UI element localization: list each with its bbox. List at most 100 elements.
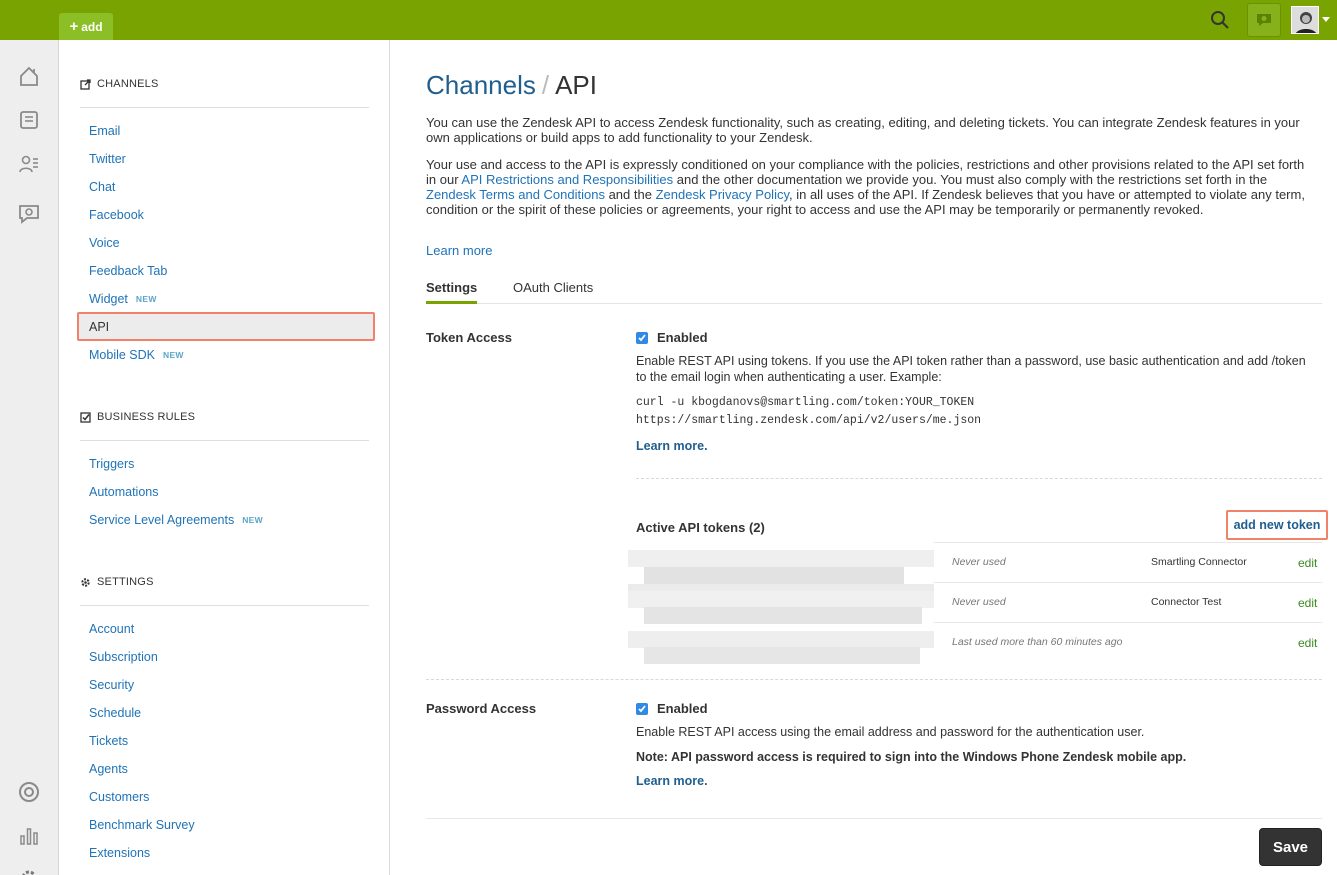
- breadcrumb-separator: /: [541, 70, 550, 100]
- chevron-down-icon[interactable]: [1322, 17, 1330, 22]
- sidebar-item-label: Service Level Agreements: [89, 513, 235, 527]
- curl-example: curl -u kbogdanovs@smartling.com/token:Y…: [636, 396, 975, 409]
- sidebar-item-subscription[interactable]: Subscription: [77, 643, 375, 671]
- tab-settings[interactable]: Settings: [426, 280, 478, 304]
- sidebar-item-facebook[interactable]: Facebook: [77, 201, 375, 229]
- new-badge: NEW: [135, 294, 157, 304]
- sidebar-item-chat[interactable]: Chat: [77, 173, 375, 201]
- sidebar-item-email[interactable]: Email: [77, 117, 375, 145]
- add-label: add: [81, 19, 103, 34]
- icon-rail: [0, 40, 59, 875]
- password-description: Enable REST API access using the email a…: [636, 725, 1145, 739]
- section-title: SETTINGS: [97, 576, 154, 588]
- sidebar-item-customers[interactable]: Customers: [77, 783, 375, 811]
- token-last-used: Never used: [952, 596, 1006, 608]
- divider: [80, 605, 369, 606]
- reporting-icon[interactable]: [15, 822, 43, 850]
- password-enabled-checkbox[interactable]: [636, 703, 648, 715]
- sidebar-item-label: Email: [89, 124, 121, 138]
- add-button[interactable]: + add: [59, 13, 113, 40]
- sidebar-item-extensions[interactable]: Extensions: [77, 839, 375, 867]
- sidebar-item-label: Feedback Tab: [89, 264, 168, 278]
- api-restrictions-link[interactable]: API Restrictions and Responsibilities: [461, 172, 673, 187]
- chat-icon[interactable]: [1247, 3, 1281, 37]
- sidebar-item-agents[interactable]: Agents: [77, 755, 375, 783]
- sidebar-item-automations[interactable]: Automations: [77, 478, 375, 506]
- sidebar-item-voice[interactable]: Voice: [77, 229, 375, 257]
- token-edit-link[interactable]: edit: [1298, 636, 1317, 650]
- sidebar-item-benchmark-survey[interactable]: Benchmark Survey: [77, 811, 375, 839]
- help-icon[interactable]: [15, 778, 43, 806]
- token-edit-link[interactable]: edit: [1298, 556, 1317, 570]
- top-bar: + add: [0, 0, 1337, 40]
- password-access-label: Password Access: [426, 701, 537, 716]
- sidebar-item-label: API: [89, 319, 110, 334]
- sidebar-item-label: Voice: [89, 236, 120, 250]
- save-button[interactable]: Save: [1259, 828, 1322, 866]
- sidebar-item-security[interactable]: Security: [77, 671, 375, 699]
- token-last-used: Last used more than 60 minutes ago: [952, 636, 1123, 648]
- tab-bar: Settings OAuth Clients: [426, 276, 1322, 304]
- gear-icon: [80, 577, 91, 588]
- policy-text-part: and the: [604, 187, 656, 202]
- privacy-policy-link[interactable]: Zendesk Privacy Policy: [656, 187, 789, 202]
- section-title: CHANNELS: [97, 78, 159, 90]
- sidebar-item-schedule[interactable]: Schedule: [77, 699, 375, 727]
- sidebar-item-feedback-tab[interactable]: Feedback Tab: [77, 257, 375, 285]
- intro-text: You can use the Zendesk API to access Ze…: [426, 115, 1300, 145]
- token-row: Last used more than 60 minutes ago edit: [934, 622, 1322, 662]
- sidebar-item-account[interactable]: Account: [77, 615, 375, 643]
- chat-icon[interactable]: [15, 200, 43, 228]
- checkbox-icon: [80, 411, 91, 423]
- sidebar-item-tickets[interactable]: Tickets: [77, 727, 375, 755]
- sidebar-item-label: Chat: [89, 180, 116, 194]
- sidebar-item-label: Twitter: [89, 152, 126, 166]
- sidebar-item-label: Facebook: [89, 208, 144, 222]
- token-enabled-checkbox[interactable]: [636, 332, 648, 344]
- breadcrumb-channels[interactable]: Channels: [426, 70, 536, 100]
- password-learn-more-link[interactable]: Learn more.: [636, 774, 708, 788]
- token-description: Enable REST API using tokens. If you use…: [636, 354, 1306, 384]
- sidebar-item-mobile-sdk[interactable]: Mobile SDK NEW: [77, 341, 375, 369]
- token-access-label: Token Access: [426, 330, 512, 345]
- admin-sidebar: CHANNELS Email Twitter Chat Facebook Voi…: [59, 40, 390, 875]
- customers-icon[interactable]: [15, 150, 43, 178]
- admin-gear-icon[interactable]: [15, 864, 43, 875]
- learn-more-link[interactable]: Learn more: [426, 243, 492, 258]
- divider: [426, 679, 1322, 680]
- new-badge: NEW: [242, 515, 263, 525]
- add-new-token-button[interactable]: add new token: [1226, 510, 1328, 540]
- active-tokens-title: Active API tokens (2): [636, 520, 765, 535]
- token-last-used: Never used: [952, 556, 1006, 568]
- home-icon[interactable]: [15, 62, 43, 90]
- token-learn-more-link[interactable]: Learn more.: [636, 439, 708, 453]
- sidebar-item-triggers[interactable]: Triggers: [77, 450, 375, 478]
- divider: [80, 440, 369, 441]
- sidebar-item-sla[interactable]: Service Level Agreements NEW: [77, 506, 375, 534]
- password-enabled-label: Enabled: [657, 701, 708, 716]
- sidebar-item-label: Mobile SDK: [89, 348, 155, 362]
- token-row: Never used Smartling Connector edit: [934, 542, 1322, 582]
- sidebar-item-label: Benchmark Survey: [89, 818, 195, 832]
- page-title: Channels / API: [426, 70, 597, 101]
- token-name: Connector Test: [1151, 596, 1222, 608]
- terms-link[interactable]: Zendesk Terms and Conditions: [426, 187, 605, 202]
- sidebar-item-label: Agents: [89, 762, 128, 776]
- sidebar-item-label: Automations: [89, 485, 159, 499]
- section-settings-heading: SETTINGS: [80, 576, 154, 588]
- sidebar-item-label: Widget: [89, 292, 128, 306]
- section-business-rules-heading: BUSINESS RULES: [80, 411, 195, 423]
- token-edit-link[interactable]: edit: [1298, 596, 1317, 610]
- avatar[interactable]: [1291, 6, 1319, 34]
- sidebar-item-widget[interactable]: Widget NEW: [77, 285, 375, 313]
- sidebar-item-label: Schedule: [89, 706, 142, 720]
- search-icon[interactable]: [1208, 8, 1232, 32]
- divider: [80, 107, 369, 108]
- sidebar-item-api[interactable]: API: [77, 312, 375, 341]
- tab-oauth-clients[interactable]: OAuth Clients: [513, 280, 593, 295]
- section-channels-heading: CHANNELS: [80, 78, 159, 90]
- token-name: Smartling Connector: [1151, 556, 1247, 568]
- sidebar-item-twitter[interactable]: Twitter: [77, 145, 375, 173]
- divider: [636, 478, 1322, 479]
- views-icon[interactable]: [15, 106, 43, 134]
